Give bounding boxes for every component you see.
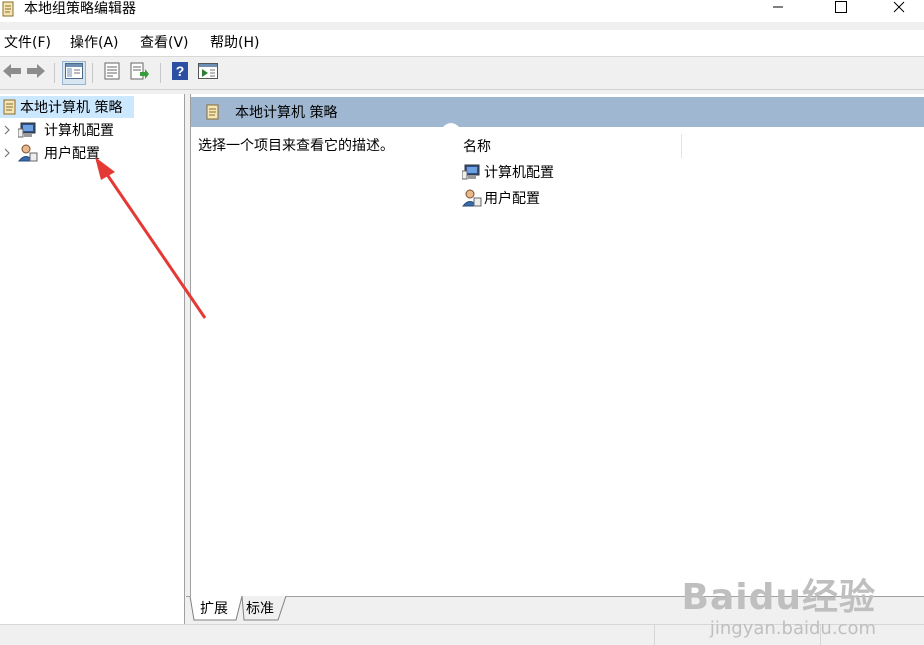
show-hide-tree-button[interactable] (62, 61, 86, 85)
expand-chevron-icon[interactable] (0, 148, 14, 158)
toolbar: ? (0, 57, 924, 90)
menu-view[interactable]: 查看(V) (140, 33, 189, 53)
user-config-icon (462, 188, 482, 208)
toolbar-separator (54, 63, 55, 83)
forward-arrow-icon (26, 63, 46, 83)
close-icon (893, 1, 905, 17)
description-text: 选择一个项目来查看它的描述。 (198, 138, 394, 154)
user-config-icon (18, 143, 38, 163)
policy-scroll-icon (205, 103, 221, 125)
maximize-icon (835, 1, 847, 17)
tab-standard[interactable]: 标准 (246, 600, 274, 618)
title-bar: 本地组策略编辑器 (0, 0, 924, 22)
svg-text:?: ? (176, 63, 185, 79)
action-pane-icon (198, 63, 218, 83)
policy-scroll-icon (0, 97, 20, 117)
tree-pane: 本地计算机 策略 计算机配置 用户配置 (0, 94, 185, 634)
list-item-label: 用户配置 (484, 191, 540, 207)
list-item-computer-config[interactable]: 计算机配置 (462, 160, 554, 184)
properties-icon (103, 62, 121, 84)
window-title: 本地组策略编辑器 (24, 1, 136, 17)
list-item-user-config[interactable]: 用户配置 (462, 186, 540, 210)
properties-button[interactable] (100, 61, 124, 85)
minimize-icon (772, 1, 784, 17)
list-item-label: 计算机配置 (484, 165, 554, 181)
export-list-icon (130, 62, 150, 84)
menu-action[interactable]: 操作(A) (70, 33, 119, 53)
computer-config-icon (18, 120, 38, 140)
show-hide-tree-icon (65, 63, 83, 83)
tree-item-label: 计算机配置 (44, 123, 114, 139)
details-header: 本地计算机 策略 (191, 94, 924, 128)
menu-file[interactable]: 文件(F) (4, 33, 51, 53)
help-button[interactable]: ? (168, 61, 192, 85)
toolbar-separator (160, 63, 161, 83)
toolbar-separator (92, 63, 93, 83)
watermark-logo: Baidu经验 (681, 577, 876, 618)
baidu-watermark: Baidu经验 jingyan.baidu.com (682, 578, 876, 640)
back-button[interactable] (0, 61, 24, 85)
policy-scroll-icon (0, 0, 18, 18)
watermark-url: jingyan.baidu.com (709, 618, 876, 639)
menu-bar: 文件(F) 操作(A) 查看(V) 帮助(H) (0, 30, 924, 57)
tree-item-computer-config[interactable]: 计算机配置 (0, 119, 114, 141)
back-arrow-icon (2, 63, 22, 83)
expand-chevron-icon[interactable] (0, 125, 14, 135)
tab-extended[interactable]: 扩展 (200, 600, 228, 618)
minimize-button[interactable] (755, 0, 801, 18)
tree-item-label: 用户配置 (44, 146, 100, 162)
status-separator (654, 625, 655, 645)
close-button[interactable] (876, 0, 922, 18)
export-list-button[interactable] (128, 61, 152, 85)
column-header-name[interactable]: 名称 (463, 134, 682, 158)
computer-config-icon (462, 162, 482, 182)
details-pane: 本地计算机 策略 选择一个项目来查看它的描述。 名称 计算机配置 用户配置 (190, 94, 924, 598)
tree-item-user-config[interactable]: 用户配置 (0, 142, 100, 164)
column-header-label: 名称 (463, 139, 491, 155)
menu-help[interactable]: 帮助(H) (210, 33, 259, 53)
help-icon: ? (171, 62, 189, 84)
tree-root-local-policy[interactable]: 本地计算机 策略 (0, 96, 134, 118)
maximize-button[interactable] (818, 0, 864, 18)
details-header-title: 本地计算机 策略 (235, 105, 338, 121)
action-pane-button[interactable] (196, 61, 220, 85)
tree-root-label: 本地计算机 策略 (20, 100, 123, 116)
forward-button[interactable] (24, 61, 48, 85)
